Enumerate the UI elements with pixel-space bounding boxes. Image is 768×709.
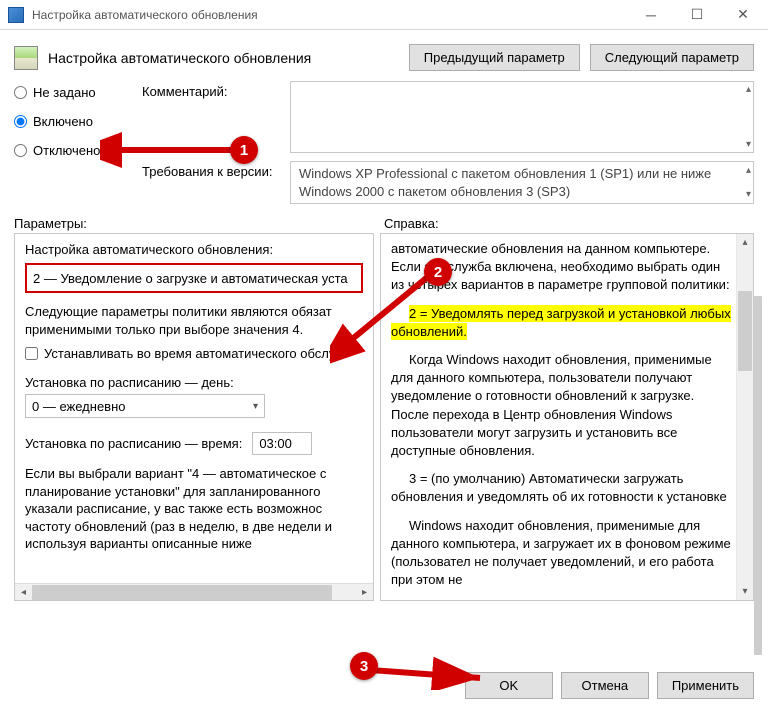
schedule-time-label: Установка по расписанию — время:: [25, 436, 242, 451]
supported-line-1: Windows XP Professional с пакетом обновл…: [299, 165, 731, 183]
next-setting-button[interactable]: Следующий параметр: [590, 44, 754, 71]
policy-title: Настройка автоматического обновления: [48, 50, 399, 66]
au-mode-select[interactable]: 2 — Уведомление о загрузке и автоматичес…: [25, 263, 363, 293]
policy-icon: [14, 46, 38, 70]
minimize-button[interactable]: ─: [628, 0, 674, 30]
window-title: Настройка автоматического обновления: [32, 8, 628, 22]
help-vscrollbar[interactable]: ▴ ▾: [736, 234, 753, 600]
outer-vscroll-thumb[interactable]: [754, 296, 762, 655]
policy-header: Настройка автоматического обновления Пре…: [0, 30, 768, 77]
help-p1: автоматические обновления на данном комп…: [391, 240, 735, 295]
schedule-day-label: Установка по расписанию — день:: [25, 375, 363, 390]
install-during-maint-label[interactable]: Устанавливать во время автоматического о…: [44, 346, 335, 361]
options-long-desc: Если вы выбрали вариант "4 — автоматичес…: [25, 465, 363, 553]
pane-labels: Параметры: Справка:: [0, 204, 768, 233]
apply-button[interactable]: Применить: [657, 672, 754, 699]
scroll-up-icon[interactable]: ▴: [737, 234, 753, 251]
au-dropdown-label: Настройка автоматического обновления:: [25, 242, 363, 257]
options-pane: Настройка автоматического обновления: 2 …: [14, 233, 374, 601]
vscroll-thumb[interactable]: [738, 291, 752, 371]
au-mode-value: 2 — Уведомление о загрузке и автоматичес…: [33, 271, 348, 286]
help-highlight: 2 = Уведомлять перед загрузкой и установ…: [391, 305, 735, 341]
prev-setting-button[interactable]: Предыдущий параметр: [409, 44, 580, 71]
comment-textarea[interactable]: ▴ ▾: [290, 81, 754, 153]
hscroll-thumb[interactable]: [32, 585, 332, 600]
radio-not-configured[interactable]: [14, 86, 27, 99]
schedule-time-input[interactable]: [252, 432, 312, 455]
scroll-right-icon[interactable]: ▸: [356, 584, 373, 601]
policy-app-icon: [8, 7, 24, 23]
help-p3: 3 = (по умолчанию) Автоматически загружа…: [391, 470, 735, 506]
radio-enabled-label[interactable]: Включено: [33, 114, 93, 129]
help-p4: Windows находит обновления, применимые д…: [391, 517, 735, 590]
chevron-down-icon: ▾: [253, 401, 258, 412]
dialog-footer: OK Отмена Применить: [0, 662, 768, 709]
install-during-maint-checkbox[interactable]: [25, 347, 38, 360]
chevron-up-icon[interactable]: ▴: [746, 164, 751, 178]
help-pane-label: Справка:: [384, 216, 439, 231]
schedule-day-value: 0 — ежедневно: [32, 399, 126, 414]
state-radio-group: Не задано Включено Отключено: [14, 81, 124, 204]
ok-button[interactable]: OK: [465, 672, 553, 699]
options-desc: Следующие параметры политики являются об…: [25, 303, 363, 338]
scroll-left-icon[interactable]: ◂: [15, 584, 32, 601]
comment-label: Комментарий:: [142, 81, 282, 99]
supported-line-2: Windows 2000 с пакетом обновления 3 (SP3…: [299, 183, 731, 201]
chevron-up-icon[interactable]: ▴: [746, 84, 751, 95]
supported-label: Требования к версии:: [142, 161, 282, 179]
close-button[interactable]: ✕: [720, 0, 766, 30]
maximize-button[interactable]: ☐: [674, 0, 720, 30]
radio-disabled[interactable]: [14, 144, 27, 157]
radio-not-configured-label[interactable]: Не задано: [33, 85, 96, 100]
radio-enabled[interactable]: [14, 115, 27, 128]
options-pane-label: Параметры:: [14, 216, 384, 231]
options-hscrollbar[interactable]: ◂ ▸: [15, 583, 373, 600]
supported-box: Windows XP Professional с пакетом обновл…: [290, 161, 754, 204]
chevron-down-icon[interactable]: ▾: [746, 139, 751, 150]
scroll-down-icon[interactable]: ▾: [737, 583, 753, 600]
cancel-button[interactable]: Отмена: [561, 672, 649, 699]
schedule-day-select[interactable]: 0 — ежедневно ▾: [25, 394, 265, 418]
panes-container: Настройка автоматического обновления: 2 …: [0, 233, 768, 601]
radio-disabled-label[interactable]: Отключено: [33, 143, 100, 158]
config-section: Не задано Включено Отключено Комментарий…: [0, 77, 768, 204]
help-pane: автоматические обновления на данном комп…: [380, 233, 754, 601]
window-titlebar: Настройка автоматического обновления ─ ☐…: [0, 0, 768, 30]
chevron-down-icon[interactable]: ▾: [746, 188, 751, 202]
help-p2: Когда Windows находит обновления, примен…: [391, 351, 735, 460]
